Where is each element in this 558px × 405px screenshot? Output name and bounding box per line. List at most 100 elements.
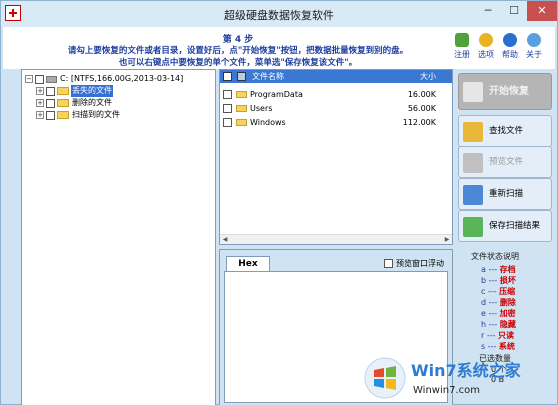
legend-row: s --- 系统 [481, 342, 515, 351]
folder-icon [57, 111, 69, 119]
column-size[interactable]: 大小 [420, 70, 436, 83]
legend-label: 系统 [498, 342, 515, 351]
tab-hex[interactable]: Hex [226, 256, 270, 271]
legend-label: 加密 [499, 309, 516, 318]
legend-label: 损坏 [499, 276, 516, 285]
legend-title: 文件状态说明 [471, 252, 519, 261]
file-row-checkbox[interactable] [223, 104, 232, 113]
tree-item-checkbox[interactable] [46, 110, 55, 120]
legend-code: d [481, 298, 487, 307]
file-name: Windows [250, 118, 286, 127]
legend-code: b [481, 276, 487, 285]
watermark-text: Win7系统之家 [411, 361, 521, 380]
instruction-line-1: 请勾上要恢复的文件或者目录，设置好后，点"开始恢复"按钮，把数据批量恢复到别的盘… [67, 46, 409, 56]
window-title: 超级硬盘数据恢复软件 [224, 9, 334, 22]
minimize-button[interactable]: ─ [475, 1, 501, 21]
column-name[interactable]: 文件名称 [252, 70, 284, 83]
file-name: Users [250, 104, 273, 113]
legend-code: a [481, 265, 486, 274]
folder-icon [57, 99, 69, 107]
file-list-header: 文件名称 大小 [220, 70, 452, 83]
help-label: 帮助 [502, 50, 518, 59]
collapse-toggle-icon[interactable]: − [25, 75, 33, 83]
file-row[interactable]: Users 56.00K [220, 103, 452, 115]
tree-item-label: 删除的文件 [72, 98, 112, 107]
preview-file-label: 预览文件 [489, 157, 524, 167]
recover-icon [463, 82, 483, 102]
cart-icon [455, 33, 469, 47]
tree-root-checkbox[interactable] [35, 74, 44, 84]
header-type-icon [237, 72, 246, 81]
help-tool[interactable]: 帮助 [499, 33, 521, 60]
find-file-button[interactable]: 查找文件 [458, 115, 552, 147]
file-row-checkbox[interactable] [223, 118, 232, 127]
tree-item-label: 扫描到的文件 [72, 110, 120, 119]
expand-toggle-icon[interactable]: + [36, 111, 44, 119]
rescan-label: 重新扫描 [489, 189, 524, 199]
find-icon [463, 122, 483, 142]
tree-root-label: C: [NTFS,166.00G,2013-03-14] [60, 74, 184, 83]
legend-label: 只读 [498, 331, 515, 340]
instruction-panel: 第 4 步 请勾上要恢复的文件或者目录，设置好后，点"开始恢复"按钮，把数据批量… [3, 27, 555, 69]
legend-label: 压缩 [499, 287, 516, 296]
save-scan-button[interactable]: 保存扫描结果 [458, 210, 552, 242]
legend-row: b --- 损坏 [481, 276, 516, 285]
info-icon [527, 33, 541, 47]
legend-code: h [481, 320, 487, 329]
about-tool[interactable]: 关于 [523, 33, 545, 60]
file-size: 16.00K [407, 90, 436, 99]
find-file-label: 查找文件 [489, 126, 524, 136]
watermark-url: Winwin7.com [413, 385, 480, 396]
file-row-checkbox[interactable] [223, 90, 232, 99]
file-row[interactable]: Windows 112.00K [220, 117, 452, 129]
preview-file-button[interactable]: 预览文件 [458, 146, 552, 178]
horizontal-scrollbar[interactable]: ◀ ▶ [220, 234, 452, 244]
legend-row: c --- 压缩 [481, 287, 516, 296]
expand-toggle-icon[interactable]: + [36, 99, 44, 107]
save-arrow-icon [463, 217, 483, 237]
rescan-button[interactable]: 重新扫描 [458, 178, 552, 210]
tree-root[interactable]: − C: [NTFS,166.00G,2013-03-14] [25, 73, 184, 85]
maximize-button[interactable]: ☐ [501, 1, 527, 21]
start-recovery-button[interactable]: 开始恢复 [458, 73, 552, 110]
help-icon [503, 33, 517, 47]
select-all-checkbox[interactable] [223, 72, 232, 81]
register-tool[interactable]: 注册 [451, 33, 473, 60]
windows-logo-icon [364, 357, 406, 399]
tree-item-scanned[interactable]: + 扫描到的文件 [36, 109, 121, 121]
save-scan-label: 保存扫描结果 [489, 221, 541, 231]
options-label: 选项 [478, 50, 494, 59]
gear-icon [479, 33, 493, 47]
tree-item-checkbox[interactable] [46, 98, 55, 108]
close-button[interactable]: ✕ [527, 1, 557, 21]
register-label: 注册 [454, 50, 470, 59]
instruction-line-2: 也可以右键点中要恢复的单个文件，菜单选"保存恢复该文件"。 [118, 58, 358, 68]
hex-view[interactable] [224, 271, 448, 403]
float-preview-checkbox[interactable] [384, 259, 393, 268]
tree-item-lost[interactable]: + 丢失的文件 [36, 85, 113, 97]
legend-row: e --- 加密 [481, 309, 516, 318]
options-tool[interactable]: 选项 [475, 33, 497, 60]
file-row[interactable]: ProgramData 16.00K [220, 89, 452, 101]
legend-code: r [481, 331, 485, 340]
tree-item-checkbox[interactable] [46, 86, 55, 96]
expand-toggle-icon[interactable]: + [36, 87, 44, 95]
float-preview-option[interactable]: 预览窗口浮动 [384, 258, 444, 269]
scroll-right-icon[interactable]: ▶ [442, 235, 452, 244]
plus-icon [463, 185, 483, 205]
scroll-left-icon[interactable]: ◀ [220, 235, 230, 244]
legend-label: 存档 [499, 265, 516, 274]
folder-icon [236, 105, 247, 112]
start-recovery-label: 开始恢复 [489, 86, 529, 97]
tree-item-label: 丢失的文件 [71, 85, 113, 97]
legend-label: 删除 [499, 298, 516, 307]
tree-item-deleted[interactable]: + 删除的文件 [36, 97, 113, 109]
folder-icon [236, 119, 247, 126]
file-list[interactable]: 文件名称 大小 ProgramData 16.00K Users 56.00K … [219, 69, 453, 245]
float-preview-label: 预览窗口浮动 [396, 259, 444, 268]
app-window: 超级硬盘数据恢复软件 ─ ☐ ✕ 第 4 步 请勾上要恢复的文件或者目录，设置好… [0, 0, 558, 405]
folder-tree[interactable]: − C: [NTFS,166.00G,2013-03-14] + 丢失的文件 + 删除… [21, 69, 216, 405]
legend-code: s [481, 342, 486, 351]
legend-row: h --- 隐藏 [481, 320, 516, 329]
file-size: 56.00K [407, 104, 436, 113]
